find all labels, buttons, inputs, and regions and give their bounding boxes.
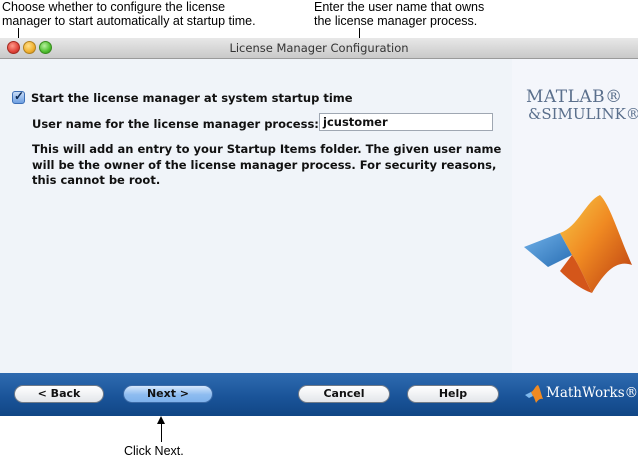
help-button[interactable]: Help xyxy=(407,385,499,403)
startup-checkbox-label[interactable]: Start the license manager at system star… xyxy=(31,91,353,105)
title-bar[interactable]: License Manager Configuration xyxy=(0,38,638,59)
cancel-button[interactable]: Cancel xyxy=(298,385,390,403)
callout-next-arrow-head xyxy=(157,416,165,424)
username-label: User name for the license manager proces… xyxy=(32,117,319,131)
callout-start-checkbox: Choose whether to configure the license … xyxy=(2,0,256,28)
startup-checkbox[interactable]: ✓ xyxy=(12,89,25,104)
next-button[interactable]: Next > xyxy=(123,385,213,403)
button-bar: < Back Next > Cancel Help MathWorks® xyxy=(0,373,638,416)
license-manager-window: License Manager Configuration ✓ Start th… xyxy=(0,38,638,416)
username-input[interactable]: jcustomer xyxy=(319,113,493,131)
back-button[interactable]: < Back xyxy=(14,385,104,403)
callout-next-arrow-line xyxy=(161,424,162,442)
callout-username: Enter the user name that owns the licens… xyxy=(314,0,485,28)
mathworks-membrane-icon xyxy=(525,385,543,403)
window-title: License Manager Configuration xyxy=(229,41,409,55)
description-text: This will add an entry to your Startup I… xyxy=(32,142,502,187)
mathworks-wordmark: MathWorks® xyxy=(546,385,638,401)
content-panel: ✓ Start the license manager at system st… xyxy=(0,59,512,373)
matlab-membrane-icon xyxy=(524,195,632,293)
simulink-wordmark: &SIMULINK® xyxy=(528,105,638,123)
matlab-wordmark: MATLAB® xyxy=(526,87,623,107)
matlab-simulink-logo: MATLAB® &SIMULINK® xyxy=(526,87,638,123)
checkmark-icon: ✓ xyxy=(14,89,25,103)
